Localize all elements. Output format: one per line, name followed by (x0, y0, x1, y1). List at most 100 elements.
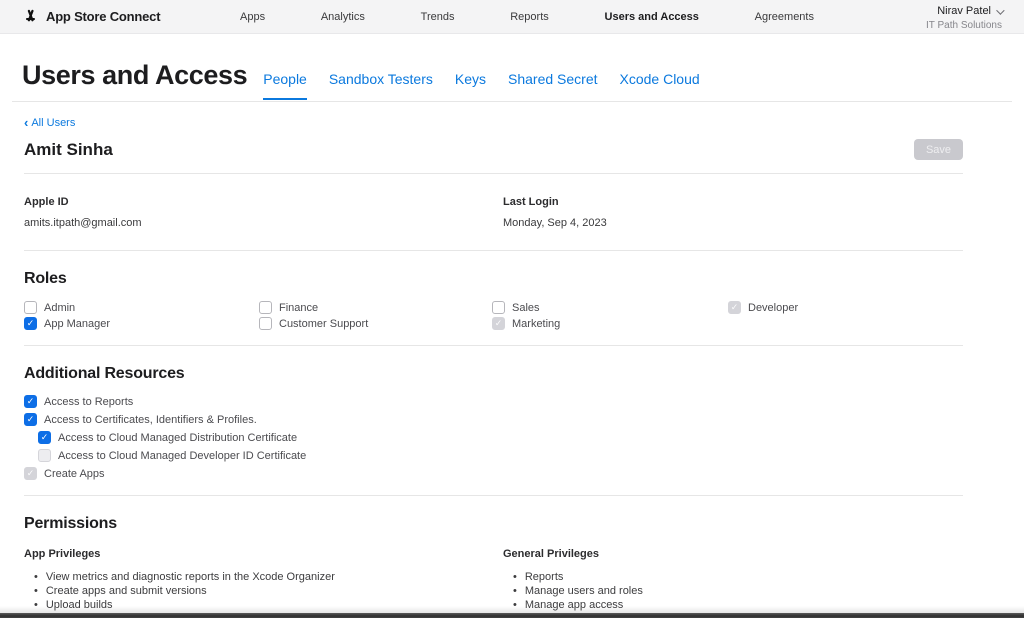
last-login-label: Last Login (503, 196, 963, 208)
checkbox-label-app-manager: App Manager (44, 318, 110, 330)
checkbox-row-access-to-cloud-managed-distribution-certificate: Access to Cloud Managed Distribution Cer… (38, 431, 963, 444)
tab-people[interactable]: People (263, 71, 307, 100)
privilege-item: • Create apps and submit versions (24, 584, 503, 598)
additional-resources-list: Access to Reports Access to Certificates,… (24, 395, 963, 495)
bullet-icon: • (513, 570, 517, 584)
window-bottom-edge (0, 613, 1024, 618)
last-login-value: Monday, Sep 4, 2023 (503, 217, 963, 229)
checkbox-finance[interactable] (259, 301, 272, 314)
user-header-row: Amit Sinha Save (24, 139, 963, 174)
permissions-heading: Permissions (24, 515, 963, 533)
checkbox-customer-support[interactable] (259, 317, 272, 330)
privilege-item: • Reports (503, 570, 963, 584)
checkbox-label-access-to-reports: Access to Reports (44, 396, 133, 408)
checkbox-row-create-apps: Create Apps (24, 467, 963, 480)
roles-column-3: Sales Marketing (492, 301, 728, 333)
checkbox-row-sales: Sales (492, 301, 728, 314)
roles-section: Roles AdminApp ManagerFinanceCustomer Su… (24, 251, 963, 346)
checkbox-label-access-to-certificates-identifiers-profiles: Access to Certificates, Identifiers & Pr… (44, 414, 257, 426)
breadcrumb-all-users[interactable]: ‹ All Users (24, 117, 75, 129)
checkbox-row-access-to-cloud-managed-developer-id-certificate: Access to Cloud Managed Developer ID Cer… (38, 449, 963, 462)
checkbox-label-access-to-cloud-managed-developer-id-certificate: Access to Cloud Managed Developer ID Cer… (58, 450, 306, 462)
top-navigation-bar: App Store Connect Apps Analytics Trends Rep… (0, 0, 1024, 34)
bullet-icon: • (34, 584, 38, 598)
chevron-left-icon: ‹ (24, 118, 28, 128)
checkbox-row-access-to-certificates-identifiers-profiles: Access to Certificates, Identifiers & Pr… (24, 413, 963, 426)
additional-resources-heading: Additional Resources (24, 365, 963, 383)
checkbox-row-customer-support: Customer Support (259, 317, 492, 330)
privilege-item: • View metrics and diagnostic reports in … (24, 570, 503, 584)
checkbox-marketing (492, 317, 505, 330)
user-name-heading: Amit Sinha (24, 140, 113, 160)
checkbox-create-apps (24, 467, 37, 480)
nav-item-apps[interactable]: Apps (240, 11, 265, 23)
checkbox-label-sales: Sales (512, 302, 540, 314)
bullet-icon: • (513, 584, 517, 598)
account-name: Nirav Patel (937, 5, 991, 19)
nav-item-reports[interactable]: Reports (510, 11, 549, 23)
app-store-connect-logo-icon (22, 8, 39, 25)
tab-sandbox-testers[interactable]: Sandbox Testers (329, 71, 433, 98)
checkbox-row-finance: Finance (259, 301, 492, 314)
checkbox-label-access-to-cloud-managed-distribution-certificate: Access to Cloud Managed Distribution Cer… (58, 432, 297, 444)
account-org: IT Path Solutions (874, 20, 1002, 33)
bullet-icon: • (34, 570, 38, 584)
chevron-down-icon (996, 6, 1004, 14)
checkbox-label-marketing: Marketing (512, 318, 560, 330)
privilege-text: Manage users and roles (525, 584, 643, 598)
roles-column-1: Admin App Manager (24, 301, 259, 333)
brand-name: App Store Connect (46, 9, 160, 24)
checkbox-access-to-reports[interactable] (24, 395, 37, 408)
apple-id-label: Apple ID (24, 196, 503, 208)
roles-checkbox-grid: Admin App Manager Finance Customer Support S… (24, 301, 963, 345)
checkbox-developer (728, 301, 741, 314)
roles-column-4: Developer (728, 301, 963, 333)
privileges-title-app-privileges: App Privileges (24, 548, 503, 560)
checkbox-label-developer: Developer (748, 302, 798, 314)
checkbox-row-admin: Admin (24, 301, 259, 314)
save-button[interactable]: Save (914, 139, 963, 160)
last-login-block: Last Login Monday, Sep 4, 2023 (503, 196, 963, 229)
additional-resources-section: Additional Resources Access to ReportsAc… (24, 346, 963, 496)
checkbox-label-create-apps: Create Apps (44, 468, 105, 480)
checkbox-access-to-cloud-managed-developer-id-certificate (38, 449, 51, 462)
privilege-text: View metrics and diagnostic reports in t… (46, 570, 335, 584)
tab-keys[interactable]: Keys (455, 71, 486, 98)
checkbox-label-customer-support: Customer Support (279, 318, 368, 330)
checkbox-app-manager[interactable] (24, 317, 37, 330)
tab-xcode-cloud[interactable]: Xcode Cloud (620, 71, 700, 98)
brand[interactable]: App Store Connect (0, 8, 210, 25)
checkbox-row-developer: Developer (728, 301, 963, 314)
permissions-section: Permissions App Privileges • View metrics … (24, 496, 963, 618)
privilege-text: Reports (525, 570, 564, 584)
apple-id-value: amits.itpath@gmail.com (24, 217, 503, 229)
apple-id-block: Apple ID amits.itpath@gmail.com (24, 196, 503, 229)
app-store-connect-window: App Store Connect Apps Analytics Trends Rep… (0, 0, 1024, 618)
nav-item-analytics[interactable]: Analytics (321, 11, 365, 23)
checkbox-access-to-cloud-managed-distribution-certificate[interactable] (38, 431, 51, 444)
nav-menu: Apps Analytics Trends Reports Users and Acce… (210, 11, 874, 23)
privileges-title-general-privileges: General Privileges (503, 548, 963, 560)
main-content: ‹ All Users Amit Sinha Save Apple ID ami… (24, 102, 963, 618)
nav-item-users-and-access[interactable]: Users and Access (605, 11, 699, 23)
breadcrumb-label: All Users (31, 117, 75, 129)
nav-item-agreements[interactable]: Agreements (755, 11, 814, 23)
account-menu[interactable]: Nirav Patel IT Path Solutions (874, 0, 1024, 33)
account-info-section: Apple ID amits.itpath@gmail.com Last Log… (24, 174, 963, 251)
checkbox-row-access-to-reports: Access to Reports (24, 395, 963, 408)
nav-item-trends[interactable]: Trends (421, 11, 455, 23)
checkbox-row-app-manager: App Manager (24, 317, 259, 330)
tab-shared-secret[interactable]: Shared Secret (508, 71, 598, 98)
checkbox-admin[interactable] (24, 301, 37, 314)
page-header: Users and Access PeopleSandbox TestersKe… (12, 34, 1012, 102)
page-title: Users and Access (22, 60, 247, 91)
checkbox-row-marketing: Marketing (492, 317, 728, 330)
privilege-item: • Manage users and roles (503, 584, 963, 598)
checkbox-access-to-certificates-identifiers-profiles[interactable] (24, 413, 37, 426)
roles-column-2: Finance Customer Support (259, 301, 492, 333)
checkbox-sales[interactable] (492, 301, 505, 314)
checkbox-label-admin: Admin (44, 302, 75, 314)
window-edge-shadow (0, 606, 1024, 613)
tab-bar: PeopleSandbox TestersKeysShared SecretXc… (263, 71, 699, 89)
privilege-text: Create apps and submit versions (46, 584, 207, 598)
